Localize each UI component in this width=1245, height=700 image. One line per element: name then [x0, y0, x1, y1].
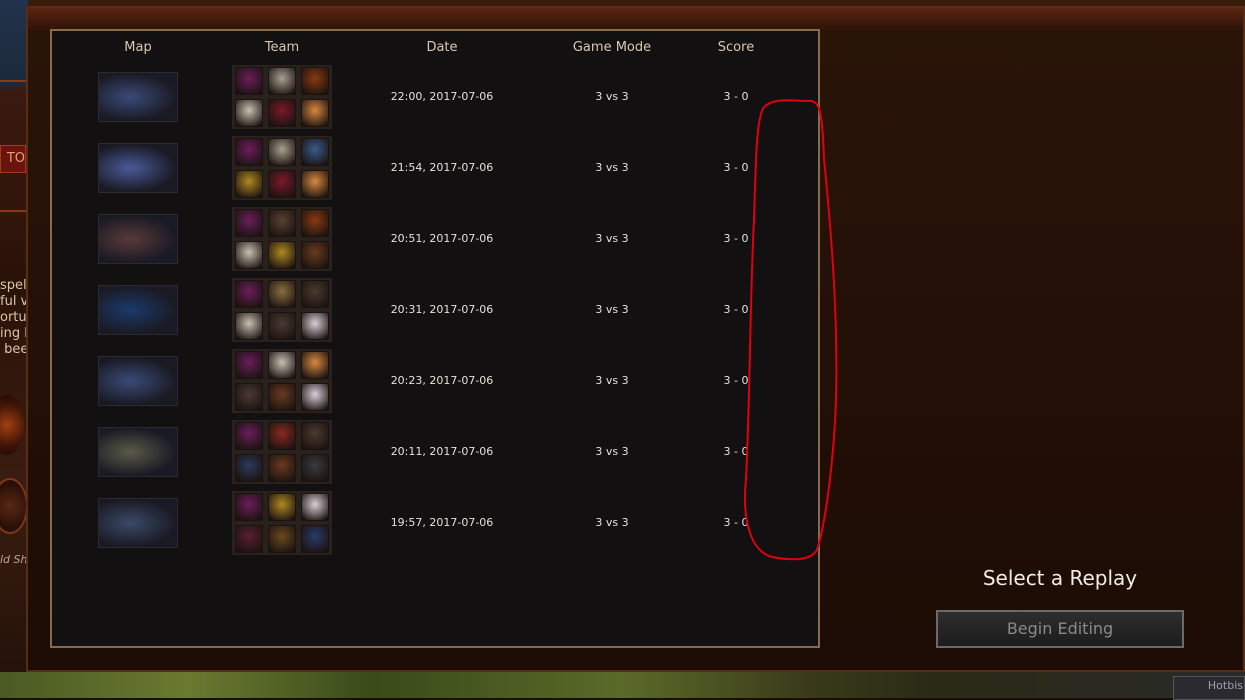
team-portraits — [232, 491, 332, 555]
select-replay-title: Select a Replay — [982, 566, 1138, 590]
hero-portrait-icon — [235, 493, 263, 521]
hero-portrait-icon — [235, 209, 263, 237]
replay-list-panel: Map Team Date Game Mode Score 22:00, 201… — [50, 29, 838, 648]
hero-portrait-icon — [235, 422, 263, 450]
hero-portrait-icon — [268, 312, 296, 340]
column-header-score: Score — [717, 40, 755, 55]
hero-portrait-icon — [301, 99, 329, 127]
background-badge: TO — [0, 145, 26, 173]
background-chip-text: Hotbis — [1207, 679, 1243, 692]
map-thumbnail — [98, 143, 178, 193]
hero-portrait-icon — [301, 525, 329, 553]
replay-row[interactable]: 19:57, 2017-07-06 3 vs 3 3 - 0 — [52, 491, 818, 557]
hero-portrait-icon — [268, 99, 296, 127]
replay-score: 3 - 0 — [723, 303, 749, 316]
column-header-map: Map — [124, 40, 152, 55]
hero-portrait-icon — [268, 209, 296, 237]
hero-portrait-icon — [301, 422, 329, 450]
replay-game-mode: 3 vs 3 — [595, 90, 629, 103]
hero-portrait-icon — [268, 280, 296, 308]
map-thumbnail — [98, 214, 178, 264]
replay-date: 21:54, 2017-07-06 — [390, 161, 494, 174]
replay-score: 3 - 0 — [723, 445, 749, 458]
hero-portrait-icon — [235, 383, 263, 411]
replay-date: 19:57, 2017-07-06 — [390, 516, 494, 529]
hero-portrait-icon — [301, 493, 329, 521]
hero-portrait-icon — [268, 351, 296, 379]
hero-portrait-icon — [301, 454, 329, 482]
replay-game-mode: 3 vs 3 — [595, 303, 629, 316]
hero-portrait-icon — [235, 351, 263, 379]
hero-portrait-icon — [301, 67, 329, 95]
hero-portrait-icon — [235, 170, 263, 198]
hero-portrait-icon — [301, 280, 329, 308]
hero-portrait-icon — [268, 241, 296, 269]
hero-portrait-icon — [235, 241, 263, 269]
replay-date: 22:00, 2017-07-06 — [390, 90, 494, 103]
replay-score: 3 - 0 — [723, 374, 749, 387]
hero-portrait-icon — [235, 99, 263, 127]
hero-portrait-icon — [268, 383, 296, 411]
hero-portrait-icon — [235, 280, 263, 308]
hero-portrait-icon — [235, 312, 263, 340]
team-portraits — [232, 65, 332, 129]
map-thumbnail — [98, 356, 178, 406]
replay-score: 3 - 0 — [723, 90, 749, 103]
replay-game-mode: 3 vs 3 — [595, 161, 629, 174]
map-thumbnail — [98, 427, 178, 477]
replay-date: 20:11, 2017-07-06 — [390, 445, 494, 458]
hero-portrait-icon — [301, 312, 329, 340]
background-text: spel ful v ortu ing h bee — [0, 278, 28, 357]
team-portraits — [232, 207, 332, 271]
team-portraits — [232, 420, 332, 484]
hero-portrait-icon — [235, 525, 263, 553]
replay-score: 3 - 0 — [723, 232, 749, 245]
team-portraits — [232, 136, 332, 200]
hero-portrait-icon — [235, 454, 263, 482]
replay-row[interactable]: 20:11, 2017-07-06 3 vs 3 3 - 0 — [52, 420, 818, 486]
hero-portrait-icon — [268, 67, 296, 95]
hero-portrait-icon — [301, 351, 329, 379]
hero-portrait-icon — [268, 525, 296, 553]
replay-game-mode: 3 vs 3 — [595, 374, 629, 387]
replay-game-mode: 3 vs 3 — [595, 232, 629, 245]
column-header-game-mode: Game Mode — [572, 40, 652, 55]
replay-row[interactable]: 22:00, 2017-07-06 3 vs 3 3 - 0 — [52, 65, 818, 131]
replay-date: 20:23, 2017-07-06 — [390, 374, 494, 387]
map-thumbnail — [98, 285, 178, 335]
replay-score: 3 - 0 — [723, 161, 749, 174]
map-thumbnail — [98, 72, 178, 122]
hero-portrait-icon — [235, 67, 263, 95]
replay-row[interactable]: 20:23, 2017-07-06 3 vs 3 3 - 0 — [52, 349, 818, 415]
background-caption: ld Sh — [0, 553, 28, 566]
background-game-scene-bottom — [0, 672, 1245, 698]
hero-portrait-icon — [268, 422, 296, 450]
replay-date: 20:51, 2017-07-06 — [390, 232, 494, 245]
column-header-team: Team — [264, 40, 300, 55]
team-portraits — [232, 278, 332, 342]
replay-row[interactable]: 20:31, 2017-07-06 3 vs 3 3 - 0 — [52, 278, 818, 344]
hero-portrait-icon — [301, 383, 329, 411]
begin-editing-button[interactable]: Begin Editing — [936, 610, 1184, 648]
replay-game-mode: 3 vs 3 — [595, 516, 629, 529]
replay-row[interactable]: 21:54, 2017-07-06 3 vs 3 3 - 0 — [52, 136, 818, 202]
hero-portrait-icon — [301, 241, 329, 269]
hero-portrait-icon — [235, 138, 263, 166]
hero-portrait-icon — [268, 454, 296, 482]
replay-row[interactable]: 20:51, 2017-07-06 3 vs 3 3 - 0 — [52, 207, 818, 273]
replay-game-mode: 3 vs 3 — [595, 445, 629, 458]
hero-portrait-icon — [268, 170, 296, 198]
map-thumbnail — [98, 498, 178, 548]
replay-date: 20:31, 2017-07-06 — [390, 303, 494, 316]
column-header-date: Date — [426, 40, 458, 55]
hero-portrait-icon — [301, 170, 329, 198]
team-portraits — [232, 349, 332, 413]
hero-portrait-icon — [301, 209, 329, 237]
hero-portrait-icon — [268, 138, 296, 166]
hero-portrait-icon — [301, 138, 329, 166]
hero-portrait-icon — [268, 493, 296, 521]
replay-score: 3 - 0 — [723, 516, 749, 529]
